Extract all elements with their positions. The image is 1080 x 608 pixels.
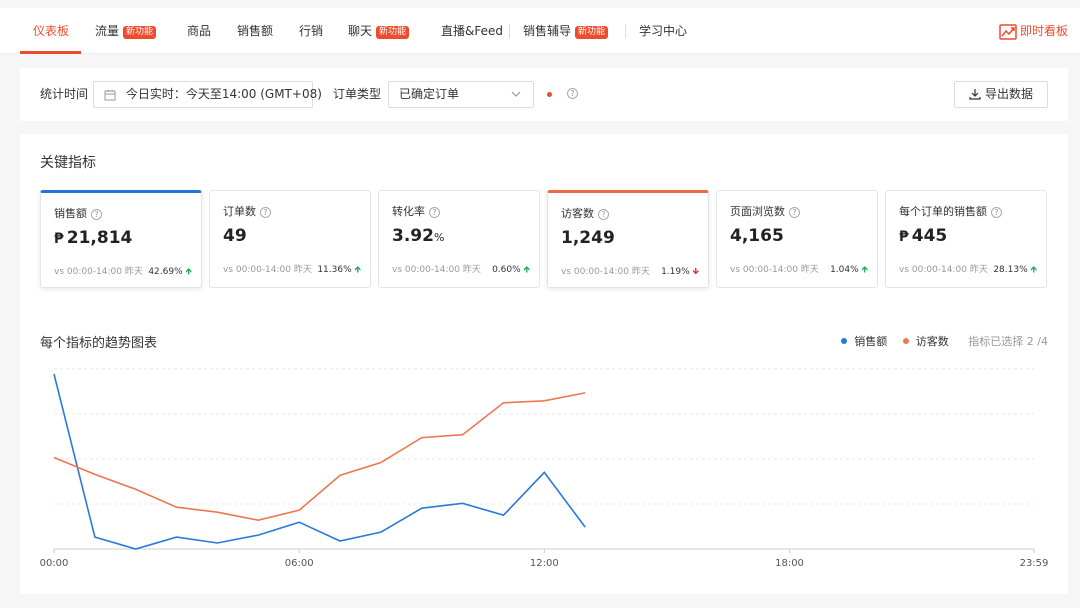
metric-label: 每个订单的销售额? <box>899 203 1002 219</box>
order-type-value: 已确定订单 <box>399 87 460 101</box>
legend-dot <box>841 338 848 344</box>
metric-card-sales-per-order[interactable]: 每个订单的销售额? ₱ 445 vs 00:00-14:00 昨天 28.13% … <box>885 190 1047 288</box>
metric-value: ₱ 445 <box>899 226 948 246</box>
new-feature-badge: 新功能 <box>376 26 410 39</box>
tab-sales[interactable]: 销售额 <box>237 8 273 54</box>
time-label: 统计时间 <box>40 87 89 101</box>
series-line-visitors[interactable] <box>53 392 586 522</box>
x-tick-label: 23:59 <box>1020 558 1049 569</box>
help-icon[interactable]: ? <box>789 207 800 218</box>
main-panel: 关键指标 销售额? ₱ 21,814 vs 00:00-14:00 昨天 42.6… <box>20 134 1068 594</box>
chart-legend: 销售额 访客数 指标已选择 2 /4 <box>829 333 1048 349</box>
metric-comparison: vs 00:00-14:00 昨天 <box>392 265 481 275</box>
metric-value: 3.92% <box>392 226 445 246</box>
calendar-icon <box>104 90 116 101</box>
x-tick-label: 12:00 <box>530 558 559 569</box>
metric-change: 1.04% 🡹 <box>830 265 868 275</box>
currency-symbol: ₱ <box>54 231 64 247</box>
date-range-picker[interactable]: 今日实时：今天至14:00 (GMT+08) <box>93 81 322 108</box>
tab-traffic[interactable]: 流量 新功能 <box>95 8 157 54</box>
date-range-value: 今日实时：今天至14:00 (GMT+08) <box>125 87 322 101</box>
metric-change: 42.69% 🡹 <box>148 267 192 277</box>
filter-bar: 统计时间 今日实时：今天至14:00 (GMT+08) 订单类型 已确定订单 ?… <box>20 68 1068 121</box>
help-icon[interactable]: ? <box>91 209 102 220</box>
tab-learning-center[interactable]: 学习中心 <box>639 8 687 54</box>
trend-chart-icon <box>999 24 1017 40</box>
tab-marketing[interactable]: 行销 <box>299 8 323 54</box>
metric-value: ₱ 21,814 <box>54 228 133 248</box>
top-navigation: 仪表板 流量 新功能 商品 销售额 行销 聊天 新功能 直播&Feed 销售辅导 新功… <box>0 8 1080 54</box>
metric-value: 1,249 <box>561 228 615 248</box>
metric-label: 订单数? <box>223 203 271 219</box>
arrow-up-icon: 🡹 <box>861 265 868 275</box>
active-tab-indicator <box>20 51 81 54</box>
help-icon[interactable]: ? <box>429 207 440 218</box>
metric-change: 28.13% 🡹 <box>993 265 1037 275</box>
new-feature-badge: 新功能 <box>575 26 609 39</box>
metric-label: 销售额? <box>54 205 102 221</box>
metric-comparison: vs 00:00-14:00 昨天 <box>899 265 988 275</box>
metric-comparison: vs 00:00-14:00 昨天 <box>561 267 650 277</box>
metric-card-visitors[interactable]: 访客数? 1,249 vs 00:00-14:00 昨天 1.19% 🡻 <box>547 190 709 288</box>
metric-card-orders[interactable]: 订单数? 49 vs 00:00-14:00 昨天 11.36% 🡹 <box>209 190 371 288</box>
arrow-up-icon: 🡹 <box>185 267 192 277</box>
metric-comparison: vs 00:00-14:00 昨天 <box>223 265 312 275</box>
arrow-up-icon: 🡹 <box>1030 265 1037 275</box>
metric-card-conversion[interactable]: 转化率? 3.92% vs 00:00-14:00 昨天 0.60% 🡹 <box>378 190 540 288</box>
metric-comparison: vs 00:00-14:00 昨天 <box>730 265 819 275</box>
nav-divider <box>509 24 510 38</box>
order-type-label: 订单类型 <box>333 87 382 101</box>
selected-metrics-count: 指标已选择 2 /4 <box>968 335 1048 348</box>
metric-change: 1.19% 🡻 <box>661 267 699 277</box>
order-type-select[interactable]: 已确定订单 <box>388 81 534 108</box>
export-data-button[interactable]: 导出数据 <box>954 81 1048 108</box>
legend-item-visitors[interactable]: 访客数 <box>902 335 949 348</box>
trend-line-chart: 00:00 06:00 12:00 18:00 23:59 <box>40 368 1049 569</box>
tab-sales-coaching[interactable]: 销售辅导 新功能 <box>523 8 609 54</box>
metric-card-sales[interactable]: 销售额? ₱ 21,814 vs 00:00-14:00 昨天 42.69% 🡹 <box>40 190 202 288</box>
metric-label: 转化率? <box>392 203 440 219</box>
tab-products[interactable]: 商品 <box>187 8 211 54</box>
percent-unit: % <box>433 231 445 244</box>
legend-dot <box>902 338 909 344</box>
trend-chart-title: 每个指标的趋势图表 <box>40 336 158 351</box>
new-feature-badge: 新功能 <box>123 26 157 39</box>
metric-comparison: vs 00:00-14:00 昨天 <box>54 267 143 277</box>
arrow-up-icon: 🡹 <box>354 265 361 275</box>
help-icon[interactable]: ? <box>260 207 271 218</box>
currency-symbol: ₱ <box>899 229 909 245</box>
metric-label: 访客数? <box>561 205 609 221</box>
metric-change: 0.60% 🡹 <box>492 265 530 275</box>
tab-live-feed[interactable]: 直播&Feed <box>441 8 503 54</box>
series-line-sales[interactable] <box>53 373 586 550</box>
tab-dashboard[interactable]: 仪表板 <box>33 8 69 54</box>
nav-divider <box>625 24 626 38</box>
key-metrics-title: 关键指标 <box>40 155 96 171</box>
arrow-down-icon: 🡻 <box>692 267 699 277</box>
metric-change: 11.36% 🡹 <box>317 265 361 275</box>
x-tick-label: 18:00 <box>775 558 804 569</box>
status-dot <box>547 92 552 97</box>
chevron-down-icon <box>511 91 521 97</box>
help-icon[interactable]: ? <box>567 88 578 99</box>
x-tick-label: 06:00 <box>285 558 314 569</box>
live-board-link[interactable]: 即时看板 <box>999 8 1068 54</box>
arrow-up-icon: 🡹 <box>523 265 530 275</box>
x-tick-label: 00:00 <box>40 558 69 569</box>
help-icon[interactable]: ? <box>598 209 609 220</box>
help-icon[interactable]: ? <box>991 207 1002 218</box>
tab-chat[interactable]: 聊天 新功能 <box>348 8 410 54</box>
metric-value: 49 <box>223 226 247 246</box>
metric-card-page-views[interactable]: 页面浏览数? 4,165 vs 00:00-14:00 昨天 1.04% 🡹 <box>716 190 878 288</box>
legend-item-sales[interactable]: 销售额 <box>841 335 887 348</box>
download-icon <box>969 89 981 100</box>
metric-value: 4,165 <box>730 226 784 246</box>
metric-label: 页面浏览数? <box>730 203 800 219</box>
